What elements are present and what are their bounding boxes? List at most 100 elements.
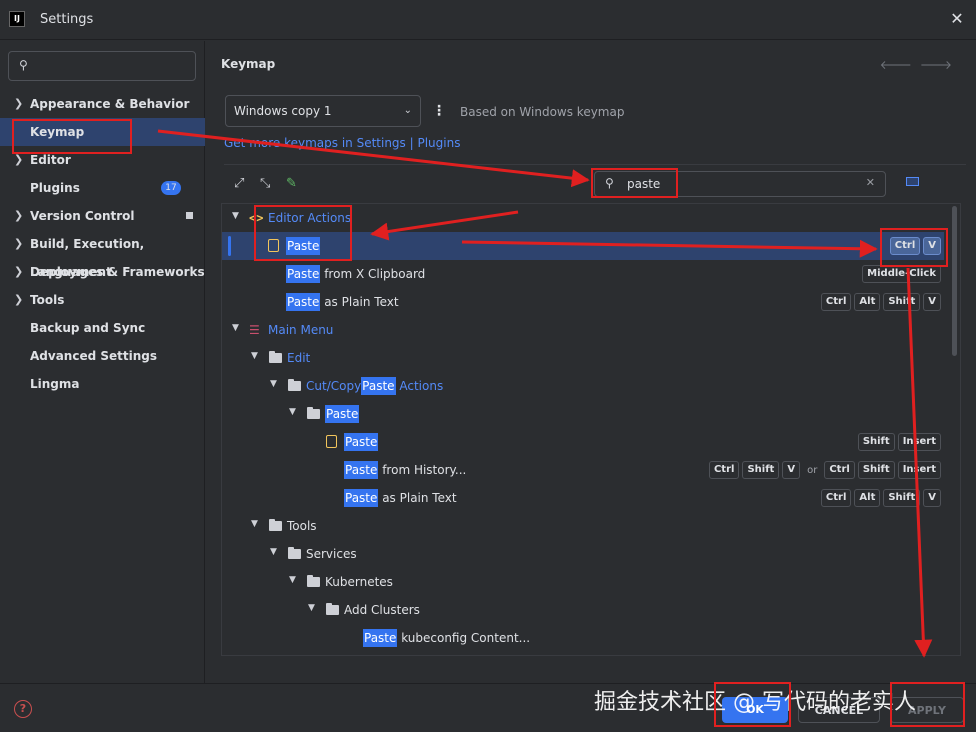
chevron-down-icon: ⌄ bbox=[403, 105, 412, 116]
find-by-shortcut-icon[interactable] bbox=[906, 177, 919, 186]
sidebar-item-plugins[interactable]: Plugins 17 bbox=[0, 174, 205, 202]
more-actions-icon[interactable]: ⋮ bbox=[432, 101, 446, 121]
settings-sidebar: ⚲ ❯ Appearance & Behavior Keymap ❯ Edito… bbox=[0, 41, 205, 683]
tree-label: Kubernetes bbox=[325, 575, 393, 589]
tree-label: Cut/CopyPaste Actions bbox=[306, 377, 444, 395]
history-nav: 🡐🡒 bbox=[880, 57, 960, 72]
search-icon: ⚲ bbox=[605, 176, 614, 190]
search-match: Paste bbox=[286, 265, 321, 283]
tree-label: Paste bbox=[325, 405, 360, 423]
edit-shortcut-icon[interactable]: ✎ bbox=[286, 176, 297, 191]
chevron-down-icon: ▼ bbox=[270, 547, 277, 557]
tree-label-rest: Actions bbox=[395, 379, 444, 393]
tree-label-rest: from X Clipboard bbox=[320, 267, 426, 281]
search-match: Paste bbox=[363, 629, 398, 647]
sidebar-item-label: Lingma bbox=[30, 377, 80, 391]
clipboard-icon bbox=[268, 238, 279, 255]
tree-row-tools[interactable]: ▼ Tools bbox=[222, 512, 944, 540]
key-ctrl: Ctrl bbox=[820, 489, 852, 507]
chevron-down-icon: ▼ bbox=[232, 323, 239, 333]
tree-row-paste-menu[interactable]: Paste Shift Insert bbox=[222, 428, 944, 456]
tree-row-paste-plain[interactable]: Paste as Plain Text Ctrl Alt Shift V bbox=[222, 288, 944, 316]
tree-row-paste-plain-menu[interactable]: Paste as Plain Text Ctrl Alt Shift V bbox=[222, 484, 944, 512]
forward-arrow-icon[interactable]: 🡒 bbox=[920, 58, 960, 72]
sidebar-item-editor[interactable]: ❯ Editor bbox=[0, 146, 205, 174]
close-icon[interactable]: ✕ bbox=[946, 8, 968, 30]
key-v: V bbox=[923, 293, 941, 311]
tree-row-editor-actions[interactable]: ▼ <> Editor Actions bbox=[222, 204, 944, 232]
tree-row-paste-history[interactable]: Paste from History... Ctrl Shift V or Ct… bbox=[222, 456, 944, 484]
sidebar-item-label: Version Control bbox=[30, 209, 135, 223]
sidebar-item-label: Advanced Settings bbox=[30, 349, 158, 363]
shortcut-keys: Ctrl Shift V or Ctrl Shift Insert bbox=[708, 461, 941, 479]
chevron-down-icon: ▼ bbox=[251, 519, 258, 529]
tree-row-main-menu[interactable]: ▼ ☰ Main Menu bbox=[222, 316, 944, 344]
key-v: V bbox=[782, 461, 801, 479]
key-alt: Alt bbox=[854, 293, 881, 311]
tree-label: Paste from History... bbox=[344, 461, 466, 479]
keymap-select-value: Windows copy 1 bbox=[234, 104, 332, 118]
tree-row-paste-group[interactable]: ▼ Paste bbox=[222, 400, 944, 428]
tree-row-cut-copy-paste[interactable]: ▼ Cut/CopyPaste Actions bbox=[222, 372, 944, 400]
key-insert: Insert bbox=[897, 433, 941, 451]
tree-label: Services bbox=[306, 547, 357, 561]
key-v: V bbox=[923, 489, 941, 507]
keymap-select[interactable]: Windows copy 1 ⌄ bbox=[225, 95, 421, 127]
tree-row-kubernetes[interactable]: ▼ Kubernetes bbox=[222, 568, 944, 596]
clear-search-icon[interactable]: ✕ bbox=[866, 176, 875, 189]
tree-label-part: Cut/Copy bbox=[306, 379, 362, 393]
or-separator: or bbox=[807, 464, 818, 476]
tree-row-services[interactable]: ▼ Services bbox=[222, 540, 944, 568]
sidebar-item-tools[interactable]: ❯ Tools bbox=[0, 286, 205, 314]
help-icon[interactable]: ? bbox=[14, 700, 32, 718]
shortcut-keys: Shift Insert bbox=[857, 433, 941, 451]
shortcut-keys: Ctrl V bbox=[889, 237, 941, 255]
tree-label: Paste bbox=[286, 237, 321, 255]
chevron-right-icon: ❯ bbox=[14, 209, 24, 222]
sidebar-item-build[interactable]: ❯ Build, Execution, Deployment bbox=[0, 230, 205, 279]
key-ctrl: Ctrl bbox=[889, 237, 921, 255]
key-shift: Shift bbox=[883, 489, 921, 507]
tree-label: Paste kubeconfig Content... bbox=[363, 629, 531, 647]
project-scope-icon bbox=[186, 212, 193, 219]
sidebar-search-input[interactable]: ⚲ bbox=[8, 51, 196, 81]
key-ctrl: Ctrl bbox=[820, 293, 852, 311]
tree-row-paste-kubeconfig[interactable]: Paste kubeconfig Content... bbox=[222, 624, 944, 652]
expand-all-icon[interactable]: ⤢ bbox=[234, 176, 244, 191]
chevron-right-icon: ❯ bbox=[14, 153, 24, 166]
tree-scrollbar[interactable] bbox=[952, 206, 957, 356]
shortcut-keys: Ctrl Alt Shift V bbox=[820, 489, 941, 507]
search-icon: ⚲ bbox=[19, 58, 28, 72]
tree-row-paste-x-clipboard[interactable]: Paste from X Clipboard Middle-Click bbox=[222, 260, 944, 288]
collapse-all-icon[interactable]: ⤡ bbox=[260, 176, 270, 191]
sidebar-item-version-control[interactable]: ❯ Version Control bbox=[0, 202, 205, 230]
tree-row-edit[interactable]: ▼ Edit bbox=[222, 344, 944, 372]
sidebar-item-lingma[interactable]: Lingma bbox=[0, 370, 205, 398]
chevron-down-icon: ▼ bbox=[289, 407, 296, 417]
folder-icon bbox=[269, 518, 282, 534]
window-title: Settings bbox=[40, 12, 94, 27]
sidebar-item-keymap[interactable]: Keymap bbox=[0, 118, 205, 146]
menu-icon: ☰ bbox=[249, 323, 260, 337]
back-arrow-icon[interactable]: 🡐 bbox=[880, 58, 920, 72]
get-more-keymaps-link[interactable]: Get more keymaps in Settings | Plugins bbox=[224, 136, 460, 150]
chevron-down-icon: ▼ bbox=[251, 351, 258, 361]
code-icon: <> bbox=[249, 211, 264, 225]
sidebar-item-appearance[interactable]: ❯ Appearance & Behavior bbox=[0, 90, 205, 118]
tree-row-add-clusters[interactable]: ▼ Add Clusters bbox=[222, 596, 944, 624]
tree-label-rest: as Plain Text bbox=[378, 491, 457, 505]
sidebar-item-label: Languages & Frameworks bbox=[30, 265, 205, 279]
clipboard-icon bbox=[326, 434, 337, 451]
tree-label: Add Clusters bbox=[344, 603, 420, 617]
folder-icon bbox=[269, 350, 282, 366]
key-ctrl: Ctrl bbox=[708, 461, 740, 479]
action-search-input[interactable]: ⚲ paste ✕ bbox=[594, 171, 886, 197]
tree-label-rest: kubeconfig Content... bbox=[397, 631, 531, 645]
tree-row-paste[interactable]: Paste Ctrl V bbox=[222, 232, 944, 260]
tree-label: Edit bbox=[287, 351, 311, 365]
sidebar-item-advanced[interactable]: Advanced Settings bbox=[0, 342, 205, 370]
chevron-right-icon: ❯ bbox=[14, 97, 24, 110]
sidebar-item-languages[interactable]: ❯ Languages & Frameworks bbox=[0, 258, 205, 286]
sidebar-item-backup-sync[interactable]: Backup and Sync bbox=[0, 314, 205, 342]
shortcut-keys: Middle-Click bbox=[862, 265, 941, 283]
